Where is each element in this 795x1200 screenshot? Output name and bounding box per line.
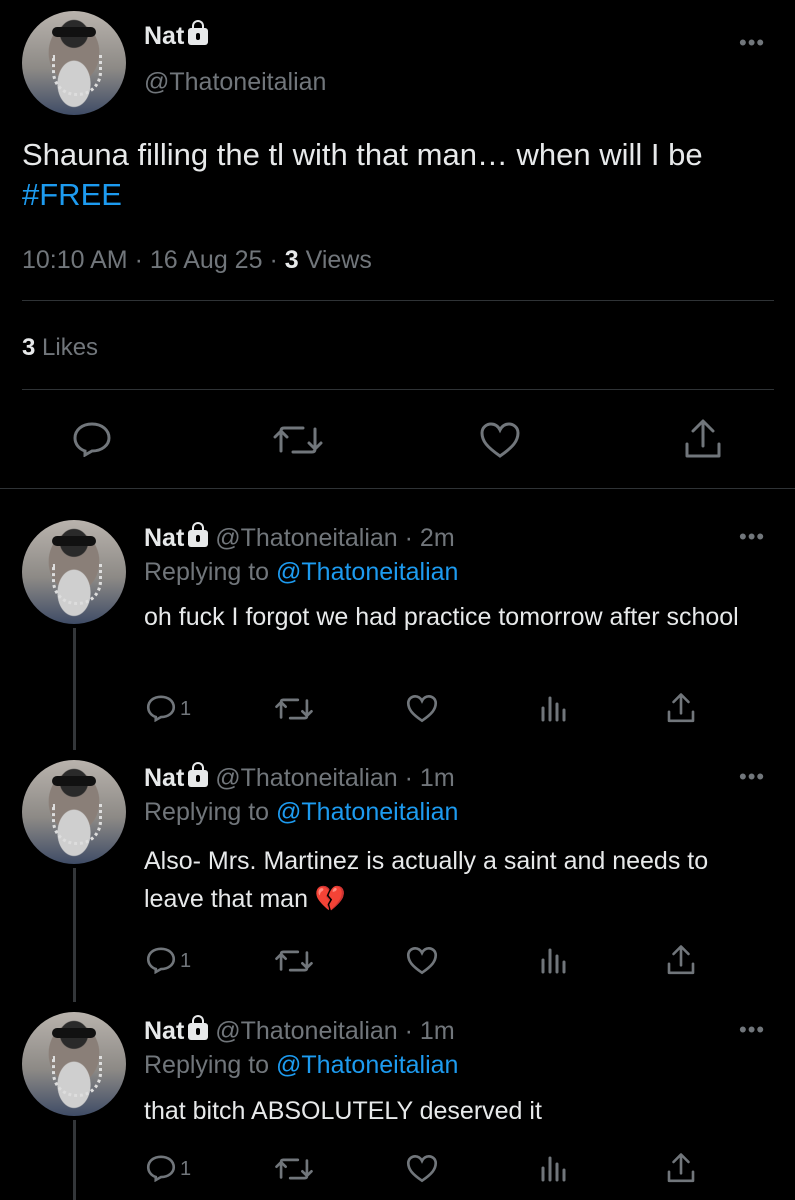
replying-prefix: Replying to [144, 798, 270, 826]
share-icon[interactable] [683, 418, 723, 460]
share-icon[interactable] [666, 1152, 696, 1184]
reply-header: Nat @Thatoneitalian · 1m [144, 1015, 455, 1046]
lock-icon [188, 522, 209, 547]
tweet-date[interactable]: 16 Aug 25 [150, 246, 263, 274]
heart-icon[interactable] [406, 946, 438, 975]
share-icon[interactable] [666, 944, 696, 976]
thread-line [73, 628, 76, 750]
reply-count: 1 [180, 698, 192, 720]
tweet-meta: 10:10 AM · 16 Aug 25 · 3 Views [22, 246, 372, 275]
thread-line [73, 1120, 76, 1200]
likes-stat[interactable]: 3 Likes [22, 334, 98, 362]
reply-avatar[interactable] [22, 1012, 126, 1116]
separator: · [269, 246, 278, 274]
replying-prefix: Replying to [144, 1051, 270, 1079]
author-handle[interactable]: @Thatoneitalian [215, 1017, 397, 1045]
retweet-icon[interactable] [275, 1156, 313, 1182]
reply-text: Also- Mrs. Martinez is actually a saint … [144, 847, 709, 913]
more-icon[interactable]: ••• [739, 764, 765, 790]
views-count: 3 [284, 246, 299, 274]
divider [22, 300, 774, 301]
author-handle[interactable]: @Thatoneitalian [215, 764, 397, 792]
replying-prefix: Replying to [144, 558, 270, 586]
divider [22, 389, 774, 390]
reply-icon[interactable] [146, 694, 176, 722]
author-name[interactable]: Nat [144, 1017, 184, 1045]
author-handle[interactable]: @Thatoneitalian [144, 68, 326, 97]
views-label: Views [305, 246, 372, 274]
lock-icon [188, 20, 209, 45]
analytics-icon[interactable] [540, 946, 566, 974]
reply-icon[interactable] [146, 1154, 176, 1182]
reply-text: oh fuck I forgot we had practice tomorro… [144, 603, 739, 631]
thread-line [73, 868, 76, 1002]
likes-label: Likes [42, 334, 99, 361]
analytics-icon[interactable] [540, 694, 566, 722]
share-icon[interactable] [666, 692, 696, 724]
retweet-icon[interactable] [275, 696, 313, 722]
reply-avatar[interactable] [22, 520, 126, 624]
replying-handle-link[interactable]: @Thatoneitalian [276, 1051, 458, 1079]
replying-handle-link[interactable]: @Thatoneitalian [276, 558, 458, 586]
lock-icon [188, 762, 209, 787]
reply-header: Nat @Thatoneitalian · 2m [144, 522, 455, 553]
more-icon[interactable]: ••• [739, 1017, 765, 1043]
replying-handle-link[interactable]: @Thatoneitalian [276, 798, 458, 826]
reply-count: 1 [180, 1158, 192, 1180]
retweet-icon[interactable] [275, 948, 313, 974]
likes-count: 3 [22, 334, 36, 361]
heart-icon[interactable] [479, 421, 521, 459]
heart-icon[interactable] [406, 694, 438, 723]
separator: · [134, 246, 143, 274]
main-tweet-text: Shauna filling the tl with that man… whe… [22, 135, 782, 215]
author-name[interactable]: Nat [144, 524, 184, 552]
reply-age[interactable]: · 1m [405, 764, 455, 792]
more-icon[interactable]: ••• [739, 30, 765, 56]
main-tweet-author[interactable]: Nat [144, 20, 209, 51]
tweet-time[interactable]: 10:10 AM [22, 246, 128, 274]
replying-to: Replying to @Thatoneitalian [144, 558, 458, 587]
replying-to: Replying to @Thatoneitalian [144, 798, 458, 827]
reply-header: Nat @Thatoneitalian · 1m [144, 762, 455, 793]
tweet-body: Shauna filling the tl with that man… whe… [22, 137, 703, 172]
heart-icon[interactable] [406, 1154, 438, 1183]
divider [0, 488, 795, 489]
replying-to: Replying to @Thatoneitalian [144, 1051, 458, 1080]
reply-avatar[interactable] [22, 760, 126, 864]
author-name[interactable]: Nat [144, 764, 184, 792]
author-name[interactable]: Nat [144, 22, 184, 50]
analytics-icon[interactable] [540, 1154, 566, 1182]
reply-icon[interactable] [72, 421, 112, 457]
reply-text: that bitch ABSOLUTELY deserved it [144, 1097, 542, 1125]
main-tweet-avatar[interactable] [22, 11, 126, 115]
retweet-icon[interactable] [273, 423, 323, 457]
reply-age[interactable]: · 2m [405, 524, 455, 552]
reply-icon[interactable] [146, 946, 176, 974]
hashtag-link[interactable]: #FREE [22, 177, 122, 212]
lock-icon [188, 1015, 209, 1040]
author-handle[interactable]: @Thatoneitalian [215, 524, 397, 552]
reply-age[interactable]: · 1m [405, 1017, 455, 1045]
more-icon[interactable]: ••• [739, 524, 765, 550]
reply-count: 1 [180, 950, 192, 972]
